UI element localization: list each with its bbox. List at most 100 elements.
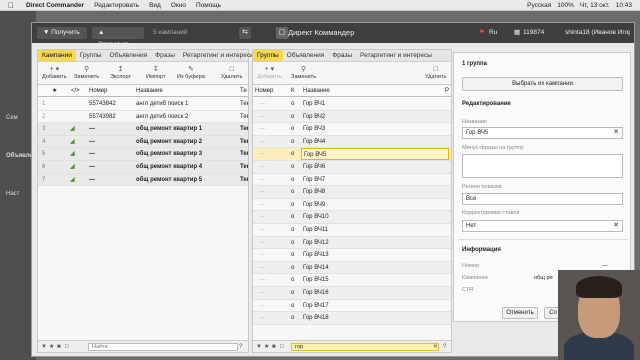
menu-app-name[interactable]: Direct Commander bbox=[26, 0, 84, 11]
tab-retargeting[interactable]: Ретаргетинг и интересы bbox=[179, 50, 259, 61]
group-row[interactable]: — о Гор ВЧ3 bbox=[253, 123, 451, 136]
group-row[interactable]: — о Гор ВЧ7 bbox=[253, 174, 451, 187]
replace-button[interactable]: ⚲ Заменить bbox=[74, 65, 99, 80]
group-row[interactable]: — о Гор ВЧ5 bbox=[253, 148, 451, 161]
help-icon[interactable]: ? bbox=[239, 342, 242, 352]
language-label[interactable]: Ru bbox=[489, 27, 497, 39]
group-row[interactable]: — о Гор ВЧ13 bbox=[253, 249, 451, 262]
tag-icon[interactable]: ■ bbox=[57, 342, 61, 352]
group-row[interactable]: — о Гор ВЧ1 bbox=[253, 98, 451, 111]
campaign-row[interactable]: 7 ◢ — общ ремонт квартир 5 Тек bbox=[38, 173, 248, 187]
col-group-k[interactable]: К bbox=[291, 86, 295, 97]
group-row[interactable]: — о Гор ВЧ15 bbox=[253, 274, 451, 287]
tab-campaigns[interactable]: Кампании bbox=[38, 50, 76, 61]
user-name[interactable]: shinta18 (Иванов Игорь) bbox=[565, 27, 630, 39]
menu-edit[interactable]: Редактировать bbox=[94, 0, 139, 11]
tag-icon[interactable]: ■ bbox=[272, 342, 276, 352]
name-input[interactable]: Гор ВЧ5 ✕ bbox=[462, 127, 623, 139]
cancel-button[interactable]: Отменить bbox=[502, 307, 538, 319]
menu-view[interactable]: Вид bbox=[149, 0, 161, 11]
col-group-number[interactable]: Номер bbox=[255, 86, 273, 97]
group-row[interactable]: — о Гор ВЧ16 bbox=[253, 286, 451, 300]
tab-ads-mid[interactable]: Объявления bbox=[283, 50, 329, 61]
campaign-row[interactable]: 5 ◢ — общ ремонт квартир 3 Тек bbox=[38, 148, 248, 161]
group-row[interactable]: — о Гор ВЧ2 bbox=[253, 110, 451, 124]
region-value: Все bbox=[466, 196, 477, 202]
bid-label: Корректировки ставок bbox=[462, 210, 520, 216]
campaign-name: общ ремонт квартир 5 bbox=[136, 176, 203, 183]
filter-icon[interactable]: ▼ bbox=[256, 342, 262, 352]
groups-search-input[interactable] bbox=[291, 343, 439, 351]
group-row[interactable]: — о Гор ВЧ9 bbox=[253, 199, 451, 212]
tab-phrases-mid[interactable]: Фразы bbox=[328, 50, 356, 61]
minus-phrases-input[interactable] bbox=[462, 154, 623, 178]
help-icon[interactable]: ? bbox=[443, 342, 446, 352]
folder-icon[interactable]: □ bbox=[65, 342, 69, 352]
group-name: Гор ВЧ9 bbox=[303, 201, 326, 208]
campaigns-search-input[interactable] bbox=[88, 343, 238, 351]
groups-filter-bar: ▼ ★ ■ □ ✕ ? bbox=[253, 340, 451, 352]
export-button[interactable]: ↥ Экспорт bbox=[110, 65, 131, 80]
keyboard-layout[interactable]: Русская bbox=[527, 0, 551, 11]
plus-icon: + ▾ bbox=[49, 66, 60, 73]
star-icon[interactable]: ★ bbox=[52, 86, 57, 97]
tab-groups[interactable]: Группы bbox=[76, 50, 106, 61]
group-name: Гор ВЧ2 bbox=[303, 113, 326, 120]
layout-icon[interactable]: ▢ bbox=[276, 27, 288, 39]
row-k: о bbox=[291, 315, 295, 322]
group-row[interactable]: — о Гор ВЧ12 bbox=[253, 236, 451, 250]
plus-icon: + ▾ bbox=[264, 66, 275, 73]
col-group-r[interactable]: Р bbox=[445, 86, 449, 97]
import-button[interactable]: ↧ Импорт bbox=[146, 65, 166, 80]
bid-input[interactable]: Нет ✕ bbox=[462, 220, 623, 232]
collapse-icon[interactable]: ⇆ bbox=[239, 27, 251, 39]
col-type[interactable]: Ти bbox=[240, 86, 247, 97]
send-button[interactable]: ▲ Отправить bbox=[92, 27, 144, 48]
campaign-row[interactable]: 2 55743982 англ детиб поиск 2 Тек bbox=[38, 111, 248, 124]
pick-campaigns-button[interactable]: Выбрать их кампании bbox=[462, 77, 623, 91]
clear-name-icon[interactable]: ✕ bbox=[613, 128, 619, 138]
status-area: Русская 100% Чт, 13 окт. 10:43 bbox=[527, 0, 632, 11]
group-row[interactable]: — о Гор ВЧ4 bbox=[253, 135, 451, 149]
group-name: Гор ВЧ8 bbox=[303, 189, 326, 196]
add-button[interactable]: + ▾ Добавить bbox=[42, 65, 67, 80]
star-filter-icon[interactable]: ★ bbox=[49, 342, 54, 352]
group-row[interactable]: — о Гор ВЧ10 bbox=[253, 211, 451, 224]
col-number[interactable]: Номер bbox=[89, 86, 107, 97]
get-button[interactable]: ▼ Получить bbox=[37, 27, 87, 39]
groups-header: Номер К Название Р bbox=[253, 86, 451, 97]
delete-button[interactable]: □ Удалить bbox=[221, 65, 242, 80]
code-icon[interactable]: </> bbox=[71, 86, 80, 97]
campaign-row[interactable]: 6 ◢ — общ ремонт квартир 4 Тек bbox=[38, 160, 248, 174]
col-group-name[interactable]: Название bbox=[303, 86, 330, 97]
region-input[interactable]: Все bbox=[462, 193, 623, 205]
clear-filter-icon[interactable]: ✕ bbox=[433, 342, 438, 352]
group-row[interactable]: — о Гор ВЧ14 bbox=[253, 261, 451, 275]
trash-icon: □ bbox=[433, 66, 438, 73]
from-clipboard-button[interactable]: ✎ Из буфера bbox=[177, 65, 205, 80]
group-row[interactable]: — о Гор ВЧ18 bbox=[253, 312, 451, 325]
info-campaign-value: общ ре bbox=[534, 275, 553, 281]
filter-icon[interactable]: ▼ bbox=[41, 342, 47, 352]
clear-bid-icon[interactable]: ✕ bbox=[613, 221, 619, 231]
group-row[interactable]: — о Гор ВЧ17 bbox=[253, 300, 451, 313]
tab-phrases[interactable]: Фразы bbox=[151, 50, 179, 61]
replace-group-button[interactable]: ⚲ Заменить bbox=[291, 65, 316, 80]
group-row[interactable]: — о Гор ВЧ11 bbox=[253, 224, 451, 237]
col-name[interactable]: Название bbox=[136, 86, 163, 97]
group-row[interactable]: — о Гор ВЧ8 bbox=[253, 186, 451, 199]
group-row[interactable]: — о Гор ВЧ6 bbox=[253, 160, 451, 174]
menu-help[interactable]: Помощь bbox=[196, 0, 221, 11]
tab-ads[interactable]: Объявления bbox=[106, 50, 152, 61]
star-filter-icon[interactable]: ★ bbox=[264, 342, 269, 352]
delete-group-button[interactable]: □ Удалить bbox=[425, 65, 446, 80]
apple-icon[interactable]:  bbox=[8, 0, 16, 11]
campaign-row[interactable]: 3 ◢ — общ ремонт квартир 1 Тек bbox=[38, 123, 248, 136]
menu-window[interactable]: Окно bbox=[171, 0, 186, 11]
folder-icon[interactable]: □ bbox=[280, 342, 284, 352]
campaign-row[interactable]: 4 ◢ — общ ремонт квартир 2 Тек bbox=[38, 135, 248, 149]
add-group-button[interactable]: + ▾ Добавить bbox=[257, 65, 282, 80]
campaign-row[interactable]: 1 55743842 англ детиб поиск 1 Тек bbox=[38, 98, 248, 111]
tab-retargeting-mid[interactable]: Ретаргетинг и интересы bbox=[356, 50, 436, 61]
tab-groups-mid[interactable]: Группы bbox=[253, 50, 283, 61]
